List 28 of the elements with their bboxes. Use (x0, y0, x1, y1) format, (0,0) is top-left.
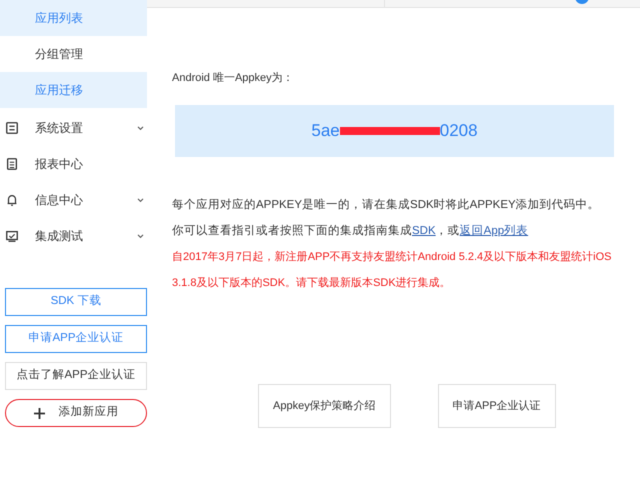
document-icon (5, 157, 19, 171)
warning-text: 自2017年3月7日起，新注册APP不再支持友盟统计Android 5.2.4及以下版本和友盟统计iOS 3.1.8及以下版本的SDK。请下载最新版本SDK进行集成。 (172, 250, 612, 291)
chevron-down-icon[interactable] (137, 234, 144, 238)
chevron-down-icon[interactable] (137, 126, 144, 130)
bell-icon (5, 193, 19, 207)
back-link[interactable]: 返回App列表 (460, 218, 528, 244)
sidebar-button[interactable]: 申请APP企业认证 (5, 325, 147, 353)
sidebar-button[interactable]: SDK 下载 (5, 288, 147, 316)
action-button[interactable]: 申请APP企业认证 (438, 384, 556, 428)
appkey-text: 5ae (311, 120, 340, 142)
sidebar-button[interactable]: 点击了解APP企业认证 (5, 362, 147, 390)
guide-text: 你可以查看指引或者按照下面的集成指南集成 (172, 224, 412, 239)
sidebar-item[interactable]: 分组管理 (0, 36, 147, 72)
chevron-down-icon[interactable] (137, 198, 144, 202)
appkey-label: Android 唯一Appkey为： (172, 71, 295, 86)
sdk-link[interactable]: SDK (412, 218, 436, 244)
guide-text: ，或 (436, 224, 460, 239)
sidebar-item[interactable]: 系统设置 (35, 119, 137, 137)
settings-icon (5, 121, 19, 135)
note-text: 每个应用对应的APPKEY是唯一的，请在集成SDK时将此APPKEY添加到代码中。 (172, 198, 601, 213)
appkey-text: 0208 (440, 120, 478, 142)
action-button[interactable]: Appkey保护策略介绍 (258, 384, 391, 428)
plus-icon (34, 408, 44, 418)
sidebar-item[interactable]: 集成测试 (35, 227, 137, 245)
sidebar-item[interactable]: 报表中心 (35, 155, 144, 173)
monitor-icon (5, 229, 19, 243)
sidebar-item[interactable]: 信息中心 (35, 191, 137, 209)
sidebar-button[interactable]: 添加新应用 (5, 399, 147, 427)
